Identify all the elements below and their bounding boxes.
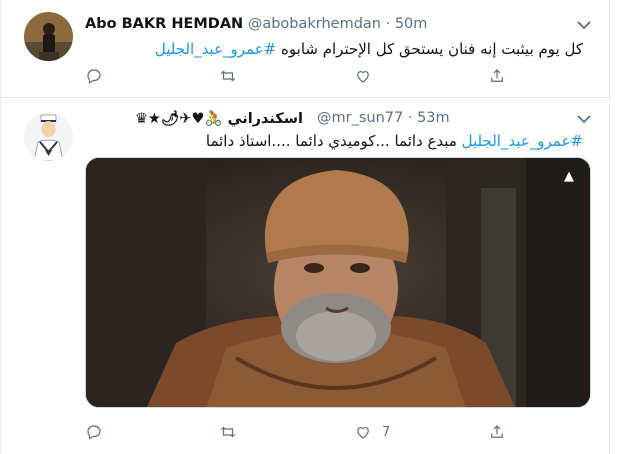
user-handle[interactable]: @mr_sun77 xyxy=(317,110,403,126)
name-prefix-emoji: ★♛ xyxy=(134,111,161,127)
tweet-header-name: اسكندراني 🚴♥✈🌶★♛ xyxy=(135,110,303,127)
share-icon xyxy=(491,425,503,438)
tweet-actions: 7 xyxy=(85,422,525,442)
retweet-button[interactable] xyxy=(219,422,247,442)
reply-button[interactable] xyxy=(85,422,113,442)
reply-button[interactable] xyxy=(85,66,113,86)
like-count: 7 xyxy=(382,424,391,440)
reply-icon xyxy=(87,425,101,440)
timestamp[interactable]: 50m xyxy=(395,16,428,32)
tweet-text: كل يوم بيثبت إنه فنان يستحق كل الإحترام … xyxy=(155,40,583,58)
like-button[interactable]: 7 xyxy=(354,422,390,442)
tweet[interactable]: اسكندراني 🚴♥✈🌶★♛ @mr_sun77 · 53m #عمرو_ع… xyxy=(1,98,611,454)
hashtag-link[interactable]: #عمرو_عبد_الجليل xyxy=(462,132,583,150)
user-handle[interactable]: @abobakrhemdan xyxy=(248,16,381,32)
display-name[interactable]: Abo BAKR HEMDAN xyxy=(85,16,243,32)
chevron-down-icon[interactable] xyxy=(577,20,591,30)
timestamp[interactable]: 53m xyxy=(417,110,450,126)
avatar[interactable] xyxy=(24,12,73,61)
man-portrait-image: ▲ xyxy=(86,158,590,407)
retweet-icon xyxy=(220,70,236,82)
retweet-icon xyxy=(220,426,236,438)
reply-icon xyxy=(87,69,101,84)
heart-icon xyxy=(357,427,369,439)
tweet[interactable]: Abo BAKR HEMDAN @abobakrhemdan · 50m كل … xyxy=(1,0,611,98)
share-button[interactable] xyxy=(488,66,516,86)
tweet-header: Abo BAKR HEMDAN @abobakrhemdan · 50m xyxy=(85,16,427,32)
timeline: Abo BAKR HEMDAN @abobakrhemdan · 50m كل … xyxy=(0,0,611,454)
display-name[interactable]: اسكندراني 🚴♥✈🌶 xyxy=(161,111,303,127)
tweet-media-image[interactable]: ▲ xyxy=(85,157,591,408)
separator-dot: · xyxy=(385,16,391,32)
chevron-down-icon[interactable] xyxy=(577,114,591,124)
tweet-text-body: كل يوم بيثبت إنه فنان يستحق كل الإحترام … xyxy=(281,40,583,58)
share-button[interactable] xyxy=(488,422,516,442)
like-button[interactable] xyxy=(354,66,382,86)
tweet-actions xyxy=(85,66,525,86)
separator-dot: · xyxy=(407,110,413,126)
heart-icon xyxy=(357,71,369,83)
tweet-text: #عمرو_عبد_الجليل مبدع دائما ...كوميدي دا… xyxy=(206,132,583,150)
tweet-header: @mr_sun77 · 53m xyxy=(317,110,450,126)
hashtag-link[interactable]: #عمرو_عبد_الجليل xyxy=(155,40,276,58)
tweet-text-body: مبدع دائما ...كوميدي دائما ....استاذ دائ… xyxy=(205,132,457,150)
media-watermark: ▲ xyxy=(564,169,574,184)
avatar[interactable] xyxy=(24,112,73,161)
share-icon xyxy=(491,69,503,82)
retweet-button[interactable] xyxy=(219,66,247,86)
